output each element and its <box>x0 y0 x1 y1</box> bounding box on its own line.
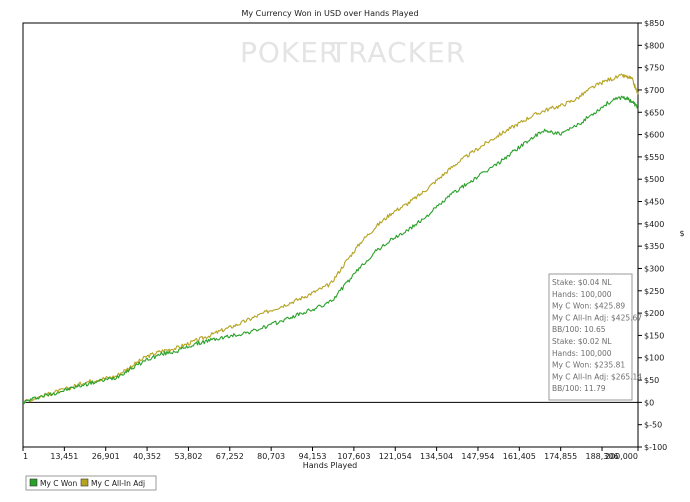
y-axis-label: $ <box>679 229 684 238</box>
stats-info-line: My C All-In Adj: $425.67 <box>552 313 642 322</box>
y-tick-label: $550 <box>644 153 664 162</box>
x-tick-label: 107,603 <box>337 452 370 461</box>
y-tick-label: $500 <box>644 175 664 184</box>
y-tick-label: $300 <box>644 264 664 273</box>
x-tick-label: 121,054 <box>379 452 412 461</box>
legend-label-my-c-all-in-adj: My C All-In Adj <box>91 479 145 488</box>
x-tick-label: 174,855 <box>544 452 577 461</box>
x-tick-label: 200,000 <box>605 452 638 461</box>
x-tick-label: 26,901 <box>92 452 120 461</box>
legend-swatch-my-c-all-in-adj <box>80 478 89 487</box>
y-tick-label: $600 <box>644 131 664 140</box>
y-tick-label: $250 <box>644 287 664 296</box>
x-tick-label: 94,153 <box>299 452 327 461</box>
y-tick-label: $-50 <box>644 421 662 430</box>
stats-info-line: Stake: $0.04 NL <box>552 278 612 287</box>
x-tick-label: 161,405 <box>503 452 536 461</box>
y-tick-label: $200 <box>644 309 664 318</box>
currency-won-chart: My Currency Won in USD over Hands Played… <box>0 0 690 502</box>
legend-swatch-my-c-won <box>29 478 38 487</box>
x-tick-label: 13,451 <box>50 452 78 461</box>
y-tick-label: $850 <box>644 19 664 28</box>
x-tick-label: 53,802 <box>174 452 202 461</box>
x-tick-label: 67,252 <box>216 452 244 461</box>
x-tick-label: 147,954 <box>461 452 494 461</box>
chart-window: My Currency Won in USD over Hands Played… <box>0 0 690 502</box>
stats-info-line: Stake: $0.02 NL <box>552 337 612 346</box>
y-tick-label: $350 <box>644 242 664 251</box>
x-tick-label: 134,504 <box>420 452 453 461</box>
x-tick-label: 80,703 <box>257 452 285 461</box>
watermark: POKER TRACKER <box>240 36 466 69</box>
legend-label-my-c-won: My C Won <box>40 479 77 488</box>
stats-info-line: Hands: 100,000 <box>552 349 612 358</box>
stats-info-line: My C Won: $235.81 <box>552 361 625 370</box>
stats-info-box: Stake: $0.04 NL Hands: 100,000 My C Won: $… <box>548 273 642 401</box>
y-tick-label: $650 <box>644 108 664 117</box>
y-tick-label: $0 <box>644 398 654 407</box>
y-tick-label: $750 <box>644 64 664 73</box>
y-tick-label: $150 <box>644 331 664 340</box>
y-tick-label: $800 <box>644 41 664 50</box>
y-tick-label: $700 <box>644 86 664 95</box>
watermark-poker: POKER <box>240 36 339 69</box>
stats-info-line: My C Won: $425.89 <box>552 302 625 311</box>
chart-background <box>0 0 690 502</box>
watermark-tracker: TRACKER <box>329 36 466 69</box>
x-tick-label: 40,352 <box>133 452 161 461</box>
stats-info-line: Hands: 100,000 <box>552 290 612 299</box>
stats-info-line: My C All-In Adj: $265.14 <box>552 372 642 381</box>
chart-title: My Currency Won in USD over Hands Played <box>241 9 418 18</box>
y-tick-label: $450 <box>644 198 664 207</box>
y-tick-label: $-100 <box>644 443 667 452</box>
x-tick-label: 1 <box>23 452 28 461</box>
y-tick-label: $50 <box>644 376 659 385</box>
stats-info-line: BB/100: 10.65 <box>552 325 606 334</box>
stats-info-line: BB/100: 11.79 <box>552 384 606 393</box>
legend: My C Won My C All-In Adj <box>25 475 157 491</box>
y-tick-label: $400 <box>644 220 664 229</box>
x-axis-label: Hands Played <box>303 461 357 470</box>
y-tick-label: $100 <box>644 354 664 363</box>
